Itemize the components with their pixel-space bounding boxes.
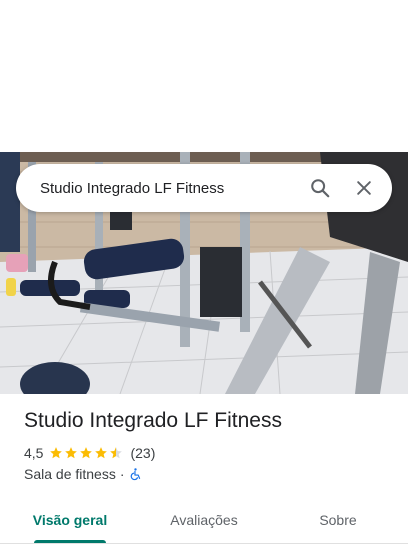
rating-value: 4,5 xyxy=(24,445,44,461)
close-icon xyxy=(357,181,371,195)
search-icon xyxy=(311,179,330,198)
tab-about-label: Sobre xyxy=(319,511,357,528)
place-title: Studio Integrado LF Fitness xyxy=(24,409,282,432)
search-bar[interactable]: Studio Integrado LF Fitness xyxy=(16,164,392,212)
tab-about[interactable]: Sobre xyxy=(268,496,408,543)
search-button[interactable] xyxy=(298,166,342,210)
star-icon xyxy=(65,447,78,459)
star-icon xyxy=(50,447,63,459)
rating-row[interactable]: 4,5 (23) xyxy=(24,444,155,462)
place-category: Sala de fitness xyxy=(24,466,116,482)
active-tab-indicator xyxy=(34,540,106,543)
place-tabs: Visão geral Avaliações Sobre xyxy=(0,496,408,544)
wheelchair-accessible-icon xyxy=(130,468,140,481)
tab-reviews-label: Avaliações xyxy=(170,511,238,528)
star-icon xyxy=(95,447,108,459)
rating-stars xyxy=(49,446,124,460)
star-icon xyxy=(80,447,93,459)
category-row: Sala de fitness · xyxy=(24,465,142,483)
map-area-blank xyxy=(0,0,408,152)
review-count[interactable]: (23) xyxy=(130,445,155,461)
tab-reviews[interactable]: Avaliações xyxy=(140,496,268,543)
tab-overview-label: Visão geral xyxy=(32,511,108,528)
separator: · xyxy=(119,466,125,482)
star-icon xyxy=(110,447,123,459)
search-input[interactable]: Studio Integrado LF Fitness xyxy=(16,180,298,197)
close-button[interactable] xyxy=(342,166,386,210)
tab-overview[interactable]: Visão geral xyxy=(0,496,140,543)
